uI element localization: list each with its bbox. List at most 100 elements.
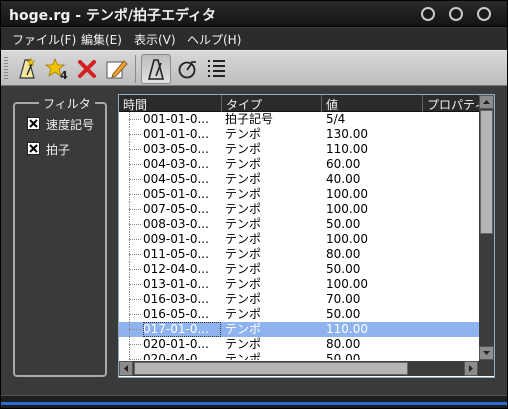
cell-time: 013-01-0... [143, 277, 209, 291]
tree-connector [129, 292, 143, 307]
close-button[interactable] [477, 7, 491, 21]
filter-time-signature-label: 拍子 [46, 143, 71, 157]
svg-text:4: 4 [60, 69, 68, 81]
tempo-dial-button[interactable] [176, 57, 200, 81]
filter-tempo-marking-checkbox[interactable] [27, 117, 40, 130]
menu-file[interactable]: ファイル(F) [12, 31, 76, 48]
tree-connector [129, 172, 143, 187]
add-time-signature-button[interactable] [15, 57, 39, 81]
table-row[interactable]: 001-01-0... 拍子記号 5/4 [119, 112, 479, 127]
cell-time: 004-05-0... [143, 172, 209, 186]
add-time-signature-icon [19, 57, 36, 79]
cell-type: テンポ [225, 172, 262, 186]
cell-time: 016-05-0... [143, 307, 209, 321]
cell-type: テンポ [225, 202, 262, 216]
tree-connector [129, 157, 143, 172]
tree-connector [129, 322, 143, 337]
tree-connector [129, 277, 143, 292]
tree-connector [129, 202, 143, 217]
table-row[interactable]: 020-04-0... テンポ 50.00 [119, 352, 479, 360]
cell-value: 80.00 [326, 247, 361, 261]
tree-connector [129, 352, 143, 360]
check-mark-icon [29, 144, 38, 153]
tempo-editor-window: hoge.rg - テンポ/拍子エディタ ファイル(F) 編集(E) 表示(V)… [0, 0, 508, 409]
menu-view[interactable]: 表示(V) [134, 31, 176, 48]
metronome-button[interactable] [141, 54, 171, 84]
horizontal-scrollbar[interactable] [119, 361, 479, 376]
cell-time: 005-01-0... [143, 187, 209, 201]
cell-type: テンポ [225, 307, 262, 321]
maximize-button[interactable] [449, 7, 463, 21]
menu-edit[interactable]: 編集(E) [81, 31, 122, 48]
scroll-down-button[interactable] [479, 346, 494, 360]
table-row[interactable]: 017-01-0... テンポ 110.00 [119, 322, 479, 337]
table-row[interactable]: 004-03-0... テンポ 60.00 [119, 157, 479, 172]
cell-type: テンポ [225, 262, 262, 276]
menu-help[interactable]: ヘルプ(H) [187, 31, 241, 48]
table-row[interactable]: 009-01-0... テンポ 100.00 [119, 232, 479, 247]
tree-connector [129, 127, 143, 142]
column-header-time[interactable]: 時間 [119, 95, 222, 112]
cell-time: 007-05-0... [143, 202, 209, 216]
cell-type: テンポ [225, 322, 262, 336]
table-row[interactable]: 001-01-0... テンポ 130.00 [119, 127, 479, 142]
cell-value: 110.00 [326, 142, 368, 156]
cell-type: テンポ [225, 232, 262, 246]
cell-value: 80.00 [326, 337, 361, 351]
cell-time: 001-01-0... [143, 112, 209, 126]
filter-group: フィルタ 速度記号 拍子 [13, 95, 107, 377]
table-row[interactable]: 016-03-0... テンポ 70.00 [119, 292, 479, 307]
tree-connector [129, 337, 143, 352]
scroll-up-button[interactable] [479, 95, 494, 109]
table-row[interactable]: 013-01-0... テンポ 100.00 [119, 277, 479, 292]
tree-connector [129, 187, 143, 202]
table-body: 001-01-0... 拍子記号 5/4 001-01-0... テンポ 130.00 00… [119, 112, 479, 360]
column-header-type[interactable]: タイプ [222, 95, 322, 112]
metronome-icon [147, 59, 165, 80]
column-header-properties[interactable]: プロパティ [423, 95, 479, 112]
table-row[interactable]: 011-05-0... テンポ 80.00 [119, 247, 479, 262]
delete-button[interactable] [75, 57, 99, 81]
check-mark-icon [29, 119, 38, 128]
list-icon [208, 60, 225, 77]
arrow-down-icon [483, 351, 490, 355]
add-tempo-button[interactable]: 4 [45, 57, 69, 81]
cell-type: テンポ [225, 142, 262, 156]
vertical-scroll-thumb[interactable] [480, 110, 493, 234]
table-row[interactable]: 020-01-0... テンポ 80.00 [119, 337, 479, 352]
minimize-button[interactable] [421, 7, 435, 21]
table-row[interactable]: 005-01-0... テンポ 100.00 [119, 187, 479, 202]
table-row[interactable]: 003-05-0... テンポ 110.00 [119, 142, 479, 157]
table-header: 時間 タイプ 値 プロパティ [119, 95, 479, 112]
tree-connector [129, 232, 143, 247]
table-row[interactable]: 008-03-0... テンポ 50.00 [119, 217, 479, 232]
event-table: 時間 タイプ 値 プロパティ 001-01-0...拍子記号5/4001-01-… [118, 94, 495, 378]
vertical-scrollbar[interactable] [479, 95, 494, 361]
tree-connector [129, 307, 143, 322]
horizontal-scroll-thumb[interactable] [134, 362, 408, 375]
table-row[interactable]: 004-05-0... テンポ 40.00 [119, 172, 479, 187]
cell-value: 50.00 [326, 307, 361, 321]
tree-connector [129, 142, 143, 157]
scroll-right-button[interactable] [464, 361, 478, 376]
list-view-button[interactable] [205, 57, 229, 81]
cell-type: テンポ [225, 217, 262, 231]
cell-value: 60.00 [326, 157, 361, 171]
scroll-left-button[interactable] [119, 361, 133, 376]
cell-value: 5/4 [326, 112, 346, 126]
cell-value: 100.00 [326, 187, 368, 201]
menu-bar: ファイル(F) 編集(E) 表示(V) ヘルプ(H) [1, 28, 507, 50]
cell-type: テンポ [225, 352, 262, 360]
edit-button[interactable] [104, 57, 128, 81]
cell-value: 70.00 [326, 292, 361, 306]
filter-time-signature-checkbox[interactable] [27, 142, 40, 155]
table-row[interactable]: 012-04-0... テンポ 50.00 [119, 262, 479, 277]
toolbar: 4 [1, 50, 507, 86]
table-row[interactable]: 016-05-0... テンポ 50.00 [119, 307, 479, 322]
title-bar[interactable]: hoge.rg - テンポ/拍子エディタ [1, 1, 507, 27]
toolbar-grip[interactable] [4, 57, 8, 81]
column-header-value[interactable]: 値 [322, 95, 423, 112]
status-accent-line [1, 402, 507, 405]
cell-value: 100.00 [326, 202, 368, 216]
table-row[interactable]: 007-05-0... テンポ 100.00 [119, 202, 479, 217]
